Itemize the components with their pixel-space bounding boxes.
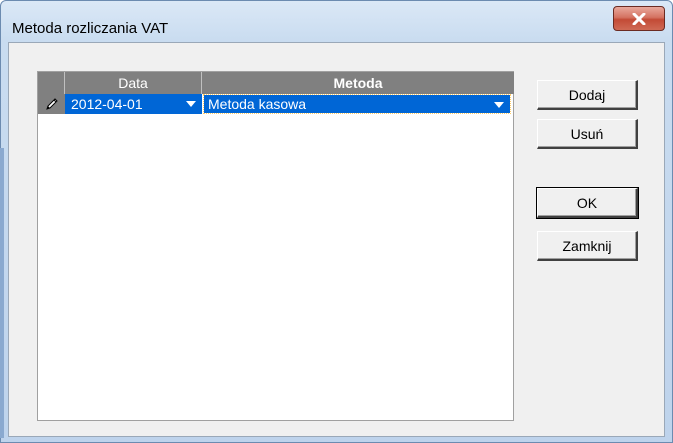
date-cell-value: 2012-04-01 [71, 96, 143, 112]
chevron-down-icon[interactable] [494, 102, 504, 108]
ok-button[interactable]: OK [536, 187, 639, 219]
window-title: Metoda rozliczania VAT [12, 20, 169, 37]
table-row[interactable]: 2012-04-01 Metoda kasowa [38, 94, 514, 114]
add-button[interactable]: Dodaj [537, 80, 638, 110]
pencil-icon [45, 98, 58, 110]
title-bar[interactable]: Metoda rozliczania VAT [1, 1, 672, 43]
row-indicator[interactable] [38, 94, 65, 114]
close-icon [632, 12, 646, 25]
close-button[interactable]: Zamknij [537, 231, 638, 261]
remove-button[interactable]: Usuń [537, 119, 638, 149]
window-edge-accent [0, 148, 4, 438]
method-cell-value: Metoda kasowa [208, 96, 307, 112]
chevron-down-icon[interactable] [186, 101, 196, 107]
method-cell-dropdown[interactable]: Metoda kasowa [203, 94, 511, 114]
row-indicator-header [38, 72, 65, 94]
close-window-button[interactable] [613, 6, 665, 31]
vat-method-grid[interactable]: Data Metoda 2012-04-01 Metoda kasowa [37, 71, 514, 421]
column-header-data[interactable]: Data [65, 72, 202, 94]
date-cell-dropdown[interactable]: 2012-04-01 [65, 94, 202, 114]
column-header-metoda[interactable]: Metoda [202, 72, 514, 94]
